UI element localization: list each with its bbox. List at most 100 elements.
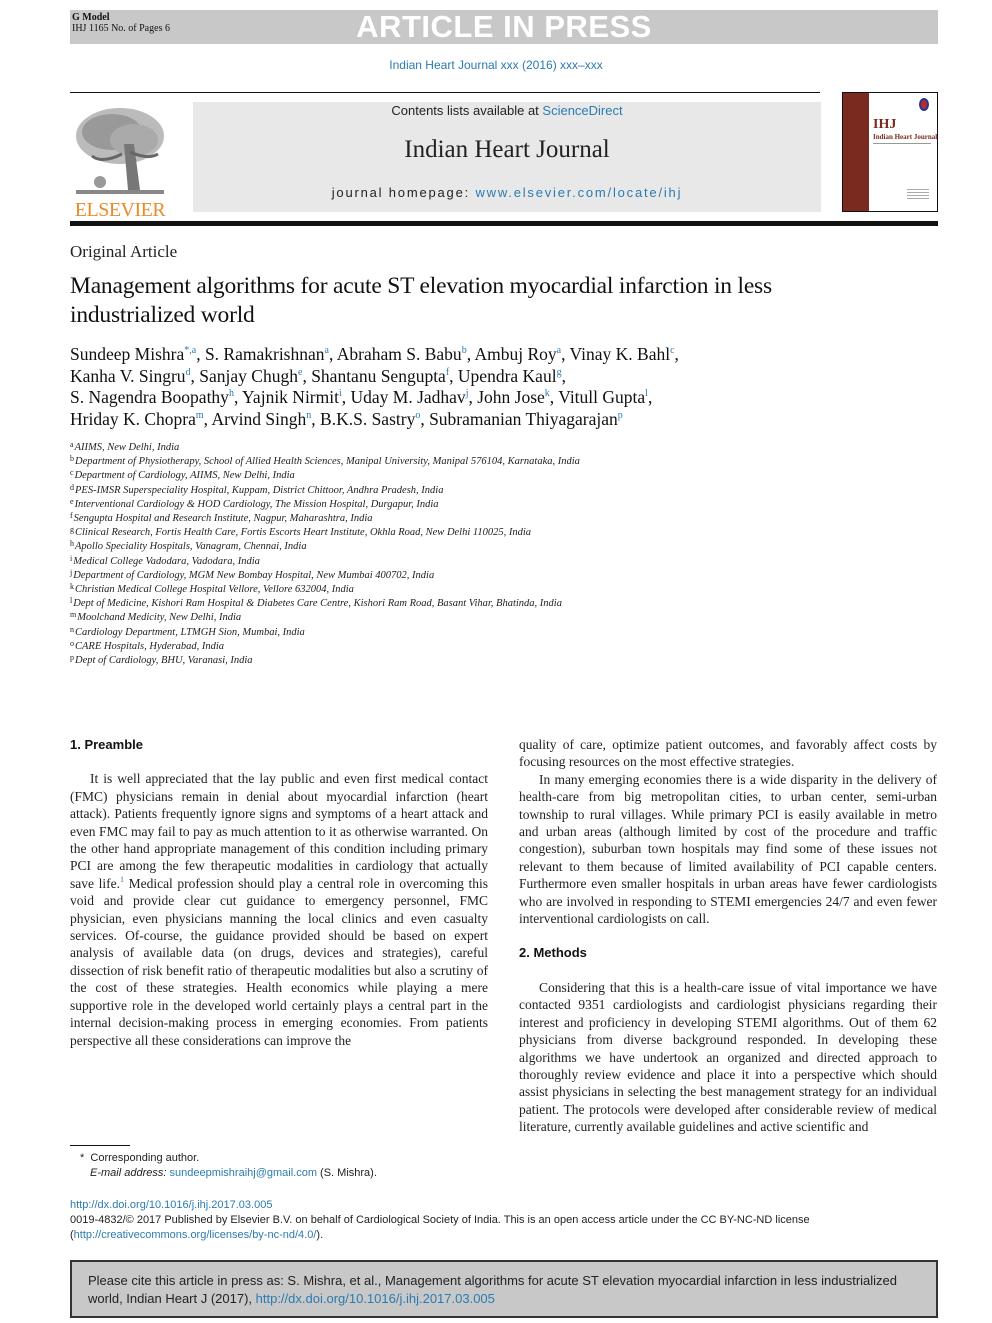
author-name[interactable]: Uday M. Jadhav — [351, 387, 466, 407]
author-name[interactable]: B.K.S. Sastry — [320, 409, 415, 429]
affiliation-text: Department of Cardiology, AIIMS, New Del… — [74, 470, 295, 482]
affiliation-key: k — [70, 582, 74, 592]
affiliation-marker[interactable]: h — [229, 388, 234, 399]
author-name[interactable]: Arvind Singh — [211, 409, 306, 429]
author-email-link[interactable]: sundeepmishraihj@gmail.com — [169, 1167, 317, 1179]
article-type: Original Article — [70, 242, 178, 261]
author-name[interactable]: S. Nagendra Boopathy — [70, 387, 229, 407]
affiliation-text: Sengupta Hospital and Research Institute… — [73, 513, 373, 525]
journal-homepage-link[interactable]: www.elsevier.com/locate/ihj — [475, 185, 682, 200]
preamble-text-b: Medical profession should play a central… — [70, 875, 488, 1048]
email-label: E-mail address: — [90, 1167, 167, 1179]
affiliation-marker[interactable]: *,a — [184, 345, 196, 356]
affiliation-item: bDepartment of Physiotherapy, School of … — [70, 455, 770, 469]
author-name[interactable]: S. Ramakrishnan — [205, 344, 325, 364]
journal-cover-thumbnail[interactable]: IHJ Indian Heart Journal — [842, 92, 938, 212]
cover-abbrev: IHJ — [873, 117, 897, 132]
article-title: Management algorithms for acute ST eleva… — [70, 273, 772, 328]
affiliation-text: AIIMS, New Delhi, India — [74, 442, 180, 453]
affiliation-marker[interactable]: d — [186, 367, 191, 378]
affiliation-marker[interactable]: a — [325, 345, 329, 356]
homepage-prefix: journal homepage: — [331, 185, 476, 200]
affiliation-text: Department of Physiotherapy, School of A… — [75, 456, 580, 468]
author-name[interactable]: Abraham S. Babu — [337, 344, 462, 364]
author-name[interactable]: Shantanu Sengupta — [311, 366, 446, 386]
affiliation-marker[interactable]: o — [415, 410, 420, 421]
affiliation-text: Interventional Cardiology & HOD Cardiolo… — [74, 498, 439, 510]
section-heading-preamble: 1. Preamble — [70, 737, 143, 752]
affiliation-item: cDepartment of Cardiology, AIIMS, New De… — [70, 469, 770, 483]
affiliation-item: mMoolchand Medicity, New Delhi, India — [70, 611, 770, 625]
affiliation-key: j — [70, 567, 73, 577]
body-column-left: 1. Preamble It is well appreciated that … — [70, 736, 488, 1049]
affiliation-marker[interactable]: c — [670, 345, 674, 356]
author-name[interactable]: Vitull Gupta — [558, 387, 645, 407]
affiliation-item: gClinical Research, Fortis Health Care, … — [70, 526, 770, 540]
affiliation-item: fSengupta Hospital and Research Institut… — [70, 512, 770, 526]
affiliation-key: e — [70, 496, 74, 506]
affiliation-item: aAIIMS, New Delhi, India — [70, 441, 770, 455]
affiliation-key: b — [70, 454, 74, 464]
methods-paragraph-1: Considering that this is a health-care i… — [519, 979, 937, 1135]
affiliation-marker[interactable]: m — [196, 410, 204, 421]
affiliation-item: oCARE Hospitals, Hyderabad, India — [70, 638, 770, 654]
affiliation-item: eInterventional Cardiology & HOD Cardiol… — [70, 496, 770, 512]
preamble-text-a: It is well appreciated that the lay publ… — [70, 771, 488, 891]
affiliation-text: PES-IMSR Superspeciality Hospital, Kuppa… — [75, 484, 444, 496]
affiliation-text: Clinical Research, Fortis Health Care, F… — [75, 527, 532, 539]
affiliation-item: iMedical College Vadodara, Vadodara, Ind… — [70, 554, 770, 569]
affiliation-marker[interactable]: l — [645, 388, 648, 399]
author-name[interactable]: Sanjay Chugh — [199, 366, 298, 386]
license-link[interactable]: http://creativecommons.org/licenses/by-n… — [74, 1229, 317, 1241]
affiliation-text: Medical College Vadodara, Vadodara, Indi… — [73, 555, 260, 567]
affiliation-text: Apollo Speciality Hospitals, Vanagram, C… — [75, 541, 307, 553]
author-name[interactable]: Hriday K. Chopra — [70, 409, 196, 429]
journal-title: Indian Heart Journal — [404, 136, 610, 163]
affiliation-text: Cardiology Department, LTMGH Sion, Mumba… — [75, 626, 305, 638]
footnote-marker: * — [80, 1152, 85, 1164]
affiliation-marker[interactable]: e — [298, 367, 302, 378]
affiliation-text: Dept of Medicine, Kishori Ram Hospital &… — [73, 598, 562, 610]
affiliation-item: hApollo Speciality Hospitals, Vanagram, … — [70, 540, 770, 554]
affiliation-key: o — [70, 638, 74, 648]
affiliation-marker[interactable]: f — [446, 367, 449, 378]
journal-info-box: Contents lists available at ScienceDirec… — [193, 102, 821, 212]
elsevier-logo[interactable]: ELSEVIER — [70, 100, 170, 222]
author-name[interactable]: Upendra Kaul — [458, 366, 557, 386]
affiliation-key: h — [70, 539, 74, 549]
article-in-press-banner: G Model IHJ 1165 No. of Pages 6 ARTICLE … — [70, 10, 938, 44]
affiliation-key: l — [70, 596, 73, 606]
cover-rule — [873, 143, 931, 144]
sciencedirect-link[interactable]: ScienceDirect — [542, 103, 622, 118]
homepage-line: journal homepage: www.elsevier.com/locat… — [193, 185, 821, 200]
affiliation-marker[interactable]: n — [306, 410, 311, 421]
affiliation-marker[interactable]: a — [557, 345, 561, 356]
affiliation-marker[interactable]: p — [618, 410, 623, 421]
affiliation-item: pDept of Cardiology, BHU, Varanasi, Indi… — [70, 654, 770, 668]
citation-doi-link[interactable]: http://dx.doi.org/10.1016/j.ihj.2017.03.… — [256, 1291, 495, 1306]
affiliation-marker[interactable]: j — [466, 388, 469, 399]
running-head: Indian Heart Journal xxx (2016) xxx–xxx — [389, 58, 603, 72]
affiliation-item: jDepartment of Cardiology, MGM New Bomba… — [70, 567, 770, 583]
citation-box: Please cite this article in press as: S.… — [70, 1260, 938, 1318]
affiliation-key: a — [70, 440, 74, 449]
affiliation-item: nCardiology Department, LTMGH Sion, Mumb… — [70, 625, 770, 640]
affiliation-marker[interactable]: i — [339, 388, 342, 399]
journal-masthead: ELSEVIER Contents lists available at Sci… — [70, 92, 938, 226]
affiliation-marker[interactable]: b — [462, 345, 467, 356]
author-name[interactable]: Subramanian Thiyagarajan — [429, 409, 618, 429]
author-name[interactable]: Sundeep Mishra — [70, 344, 184, 364]
author-name[interactable]: Yajnik Nirmit — [242, 387, 339, 407]
preamble-paragraph-2: In many emerging economies there is a wi… — [519, 771, 937, 927]
doi-link[interactable]: http://dx.doi.org/10.1016/j.ihj.2017.03.… — [70, 1199, 272, 1211]
affiliation-marker[interactable]: g — [557, 367, 562, 378]
author-name[interactable]: Vinay K. Bahl — [570, 344, 671, 364]
affiliation-key: d — [70, 482, 74, 492]
author-name[interactable]: Kanha V. Singru — [70, 366, 186, 386]
section-heading-methods: 2. Methods — [519, 945, 587, 961]
affiliation-text: CARE Hospitals, Hyderabad, India — [75, 640, 225, 652]
author-name[interactable]: Ambuj Roy — [474, 344, 556, 364]
author-name[interactable]: John Jose — [477, 387, 545, 407]
banner-title: ARTICLE IN PRESS — [356, 9, 652, 44]
affiliation-marker[interactable]: k — [545, 388, 550, 399]
